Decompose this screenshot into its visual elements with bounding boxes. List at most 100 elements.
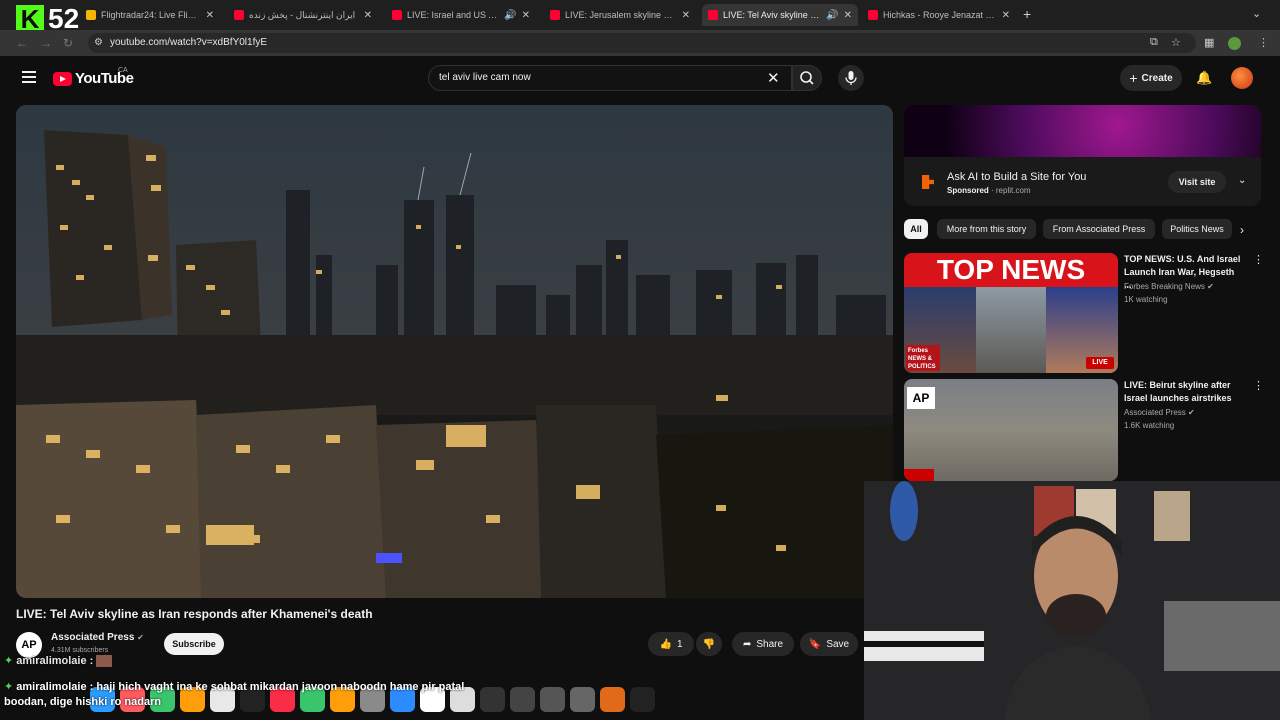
tab-title: ایران اینترنشنال - پخش زنده [249,9,356,20]
video-title: LIVE: Tel Aviv skyline as Iran responds … [16,607,373,621]
leaf-icon: ✦ [4,681,14,693]
rec-channel-1: Forbes Breaking News ✔ [1124,282,1214,291]
search-button[interactable] [792,65,822,91]
ad-banner-image [904,105,1261,157]
close-tab-icon[interactable]: ✕ [364,10,372,21]
speaker-icon[interactable]: 🔊 [826,10,838,21]
app-icon[interactable] [540,686,565,712]
app-icon[interactable] [570,686,595,712]
thumb-smoke-scene [976,287,1046,373]
share-label: Share [756,638,784,650]
browser-tab-6[interactable]: Hichkas - Rooye Jenazat Min ✕ [862,4,1016,26]
country-code: CA [118,67,128,74]
browser-tab-5[interactable]: LIVE: Tel Aviv skyline as I 🔊 ✕ [702,4,858,26]
tab-title: LIVE: Tel Aviv skyline as I [723,10,822,20]
kick-logo: K [16,5,44,33]
video-player[interactable] [16,105,893,598]
channel-name[interactable]: Associated Press ✔ [51,632,144,643]
browser-tab-4[interactable]: LIVE: Jerusalem skyline as Ira ✕ [544,4,696,26]
visit-site-button[interactable]: Visit site [1168,171,1226,193]
chip-more-from-this-story[interactable]: More from this story [937,219,1036,239]
browser-profile-icon[interactable] [1228,37,1241,50]
search-value: tel aviv live cam now [439,72,531,83]
close-tab-icon[interactable]: ✕ [1002,10,1010,21]
webcam-scene [864,481,1280,720]
forward-icon[interactable]: → [40,36,52,50]
rec-more-icon[interactable]: ⋮ [1253,379,1264,392]
rec-meta-2: 1.6K watching [1124,421,1175,430]
tab-list-chevron-icon[interactable]: ⌄ [1252,7,1261,20]
chevron-right-icon[interactable]: › [1240,223,1244,237]
chat-username: amiralimolaie : [16,681,94,693]
tab-title: Flightradar24: Live Flight Tra [101,10,201,20]
share-button[interactable]: ➦ Share [732,632,794,656]
menu-icon[interactable] [22,71,36,83]
thumb-brand: AP [907,387,935,409]
ad-domain: replit.com [995,186,1031,195]
rec-more-icon[interactable]: ⋮ [1253,253,1264,266]
chat-message: ✦ amiralimolaie : [4,654,113,668]
close-tab-icon[interactable]: ✕ [522,10,530,21]
plus-icon: + [1129,70,1138,86]
rec-channel-name: Forbes Breaking News [1124,282,1205,291]
speaker-icon[interactable]: 🔊 [504,10,516,21]
rec-thumbnail-2[interactable]: AP [904,379,1118,481]
search-icon [800,71,814,85]
bookmark-star-icon[interactable]: ☆ [1171,36,1181,49]
dislike-button[interactable]: 👎 [696,632,722,656]
extensions-icon[interactable]: ▦ [1204,36,1214,49]
app-icon[interactable] [600,686,625,712]
like-count: 1 [676,638,683,650]
thumb-brand: Forbes NEWS & POLITICS [906,345,940,371]
new-tab-icon[interactable]: + [1023,6,1031,22]
verified-icon: ✔ [1207,282,1214,291]
chevron-down-icon[interactable]: ⌄ [1238,175,1246,186]
tab-title: LIVE: Israel and US Attac [407,10,500,20]
account-avatar[interactable] [1231,67,1253,89]
reload-icon[interactable]: ↻ [63,36,73,50]
save-button[interactable]: 🔖 Save [800,632,858,656]
close-tab-icon[interactable]: ✕ [844,10,852,21]
close-tab-icon[interactable]: ✕ [682,10,690,21]
verified-icon: ✔ [1188,408,1195,417]
voice-search-button[interactable] [838,65,864,91]
chat-username: amiralimolaie : [16,655,94,667]
like-button[interactable]: 👍 1 [648,632,694,656]
browser-tab-2[interactable]: ایران اینترنشنال - پخش زنده ✕ [228,4,378,26]
chip-from-associated-press[interactable]: From Associated Press [1043,219,1155,239]
close-tab-icon[interactable]: ✕ [206,10,214,21]
back-icon[interactable]: ← [16,36,28,50]
browser-menu-icon[interactable]: ⋮ [1258,36,1269,49]
rec-meta-1: 1K watching [1124,295,1168,304]
chip-all[interactable]: All [904,219,928,239]
rec-thumbnail-1[interactable]: TOP NEWS Forbes NEWS & POLITICS LIVE [904,253,1118,373]
city-skyline-frame [16,105,893,598]
tab-title: Hichkas - Rooye Jenazat Min [883,10,997,20]
cast-icon[interactable]: ⧉ [1150,36,1158,49]
youtube-header: YouTube CA tel aviv live cam now ✕ + Cre… [0,56,1280,104]
app-icon[interactable] [630,686,655,712]
youtube-favicon-icon [234,10,244,20]
sponsored-ad[interactable]: Ask AI to Build a Site for You Sponsored… [904,105,1261,206]
tab-title: LIVE: Jerusalem skyline as Ira [565,10,677,20]
browser-tab-3[interactable]: LIVE: Israel and US Attac 🔊 ✕ [386,4,536,26]
url-field[interactable]: ⚙ youtube.com/watch?v=xdBfY0l1fyE [88,33,1196,53]
browser-tab-1[interactable]: Flightradar24: Live Flight Tra ✕ [80,4,220,26]
notifications-bell-icon[interactable]: 🔔 [1196,70,1212,86]
thumbs-up-icon: 👍 [659,638,672,650]
site-info-icon[interactable]: ⚙ [94,37,103,48]
youtube-favicon-icon [550,10,560,20]
save-label: Save [826,638,850,650]
rec-title-2[interactable]: LIVE: Beirut skyline after Israel launch… [1124,379,1244,405]
chip-politics-news[interactable]: Politics News [1162,219,1232,239]
bookmark-icon: 🔖 [808,638,822,650]
app-icon[interactable] [510,686,535,712]
subscriber-count: 4.31M subscribers [51,647,109,654]
rec-channel-name: Associated Press [1124,408,1186,417]
subscribe-button[interactable]: Subscribe [164,633,224,655]
create-button[interactable]: + Create [1120,65,1182,91]
search-input[interactable]: tel aviv live cam now ✕ [428,65,792,91]
live-badge: LIVE [1086,357,1114,369]
share-arrow-icon: ➦ [742,638,752,650]
clear-search-icon[interactable]: ✕ [767,69,780,87]
